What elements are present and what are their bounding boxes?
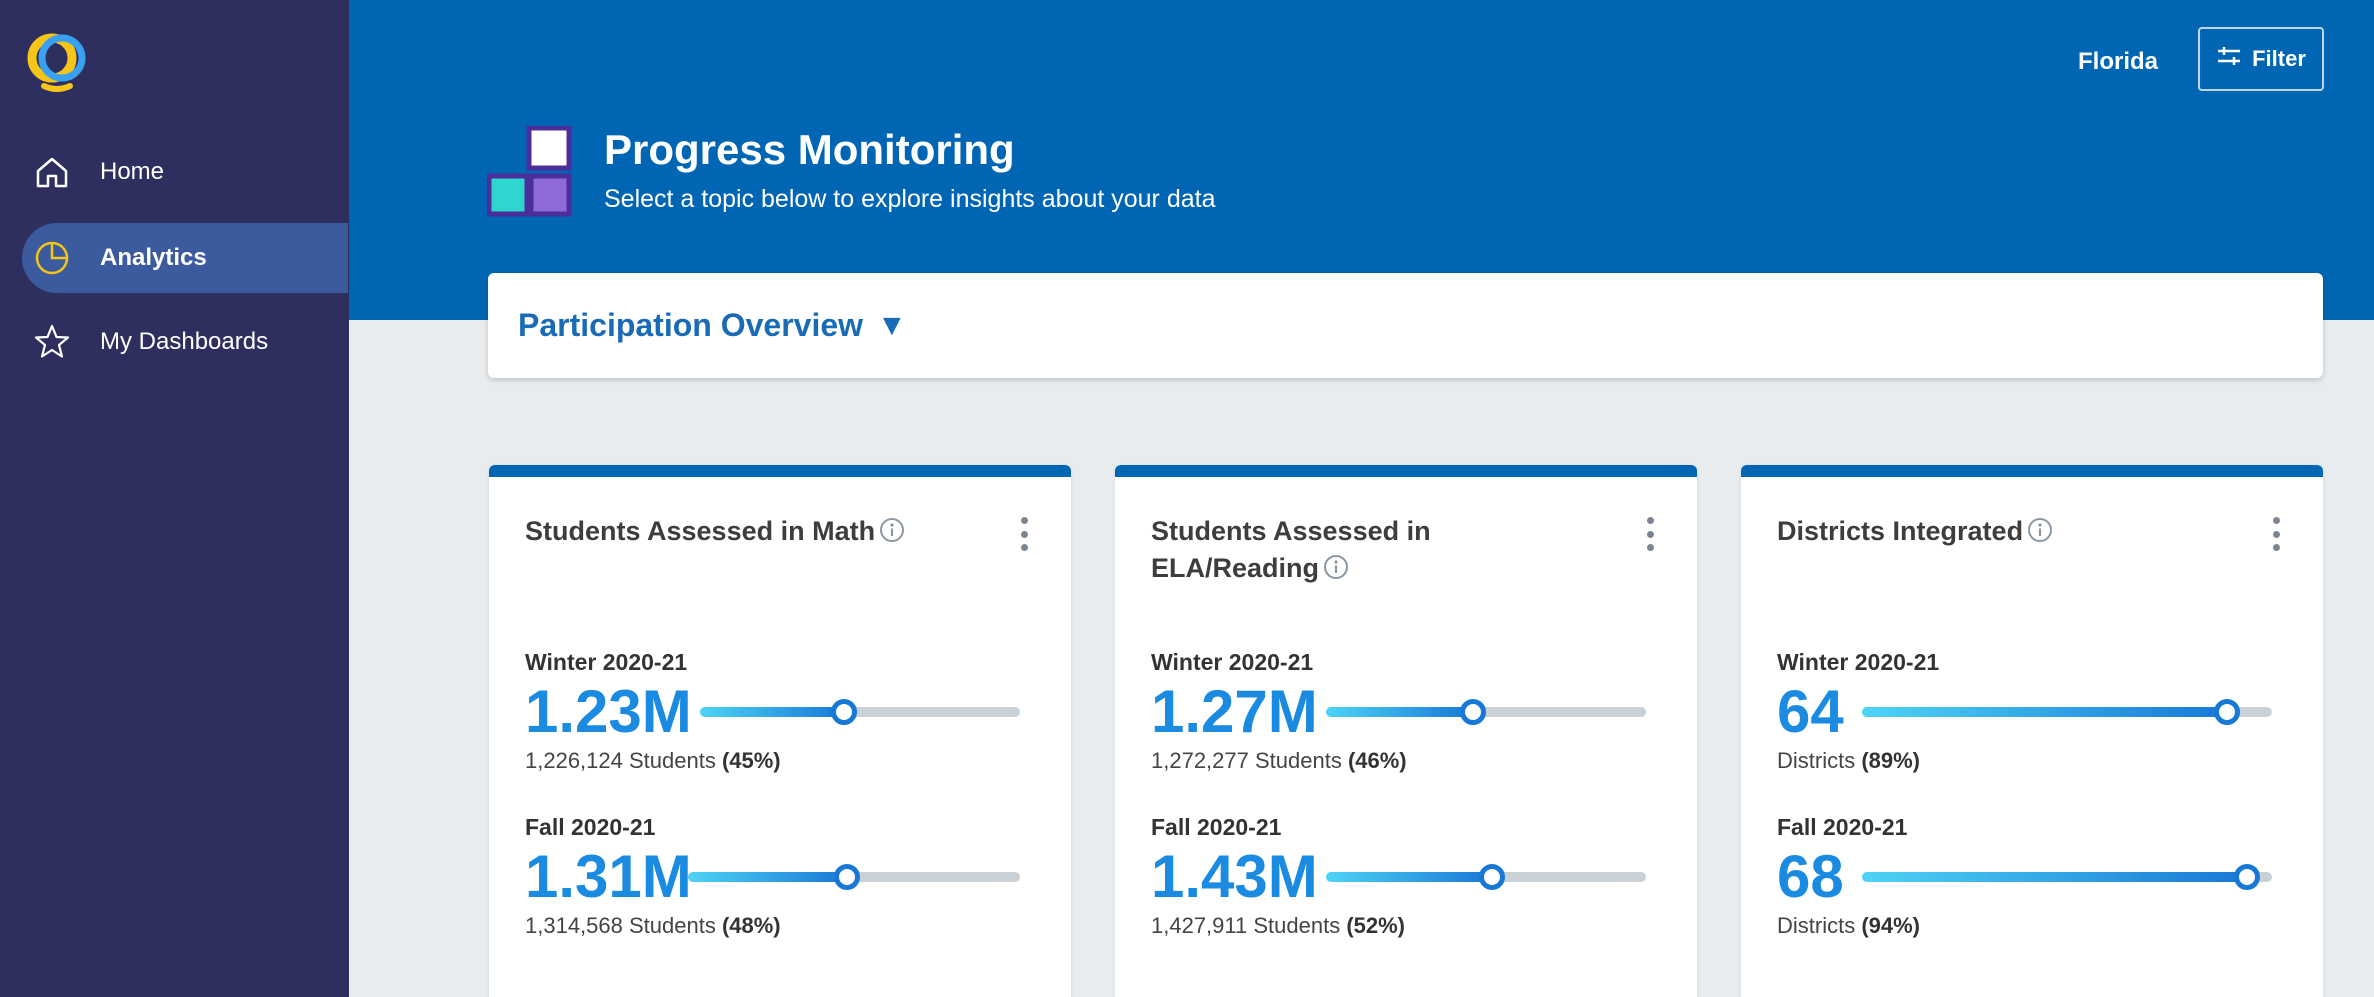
period-winter: Winter 2020-21 64 Districts (89%) [1777,649,2277,774]
progress-fill [1862,707,2227,717]
period-winter: Winter 2020-21 1.23M 1,226,124 Students … [525,649,1030,774]
big-value: 64 [1777,678,1844,745]
detail-count: Districts [1777,748,1862,773]
detail-text: Districts (94%) [1777,913,2277,939]
big-value: 1.27M [1151,678,1318,745]
topic-label: Participation Overview [518,307,864,343]
detail-text: 1,226,124 Students (45%) [525,748,1030,774]
progress-bar [700,699,1020,725]
detail-percent: (45%) [721,748,781,773]
value-row: 68 [1777,845,2277,909]
progress-knob [834,864,860,890]
region-label[interactable]: Florida [2078,48,2158,76]
pie-chart-icon [32,238,72,278]
sidebar-item-analytics[interactable]: Analytics [22,223,348,293]
period-label: Winter 2020-21 [1151,649,1314,675]
filter-button[interactable]: Filter [2198,27,2324,91]
detail-count: 1,427,911 Students [1151,913,1347,938]
value-row: 64 [1777,680,2277,744]
period-label: Fall 2020-21 [1151,814,1282,840]
progress-knob [2214,699,2240,725]
progress-bar [1862,864,2272,890]
detail-count: Districts [1777,913,1862,938]
page-title: Progress Monitoring [604,126,1015,173]
page-subtitle: Select a topic below to explore insights… [604,185,1216,213]
value-row: 1.23M [525,680,1030,744]
sidebar: Home Analytics My Dashboards [0,0,349,997]
progress-bar [1326,864,1646,890]
big-value: 1.23M [525,678,692,745]
progress-bar [688,864,1020,890]
info-icon[interactable] [1323,554,1349,580]
detail-count: 1,272,277 Students [1151,748,1348,773]
card-title: Districts Integrated [1777,513,2207,550]
detail-percent: (89%) [1861,748,1921,773]
metric-card-districts: Districts Integrated Winter 2020-21 64 D… [1741,465,2323,997]
filter-label: Filter [2252,46,2306,71]
value-row: 1.31M [525,845,1030,909]
period-winter: Winter 2020-21 1.27M 1,272,277 Students … [1151,649,1656,774]
detail-percent: (52%) [1346,913,1405,938]
detail-count: 1,314,568 Students [525,913,722,938]
card-title: Students Assessed in ELA/Reading [1151,513,1581,587]
progress-fill [688,872,847,882]
more-options-icon[interactable] [2271,517,2281,551]
star-icon [32,322,72,362]
period-fall: Fall 2020-21 1.31M 1,314,568 Students (4… [525,814,1030,939]
progress-knob [1460,699,1486,725]
home-icon [32,152,72,192]
sidebar-item-label: Home [100,158,165,185]
sidebar-item-label: Analytics [100,244,207,271]
period-fall: Fall 2020-21 68 Districts (94%) [1777,814,2277,939]
big-value: 68 [1777,843,1844,910]
card-title-text: Districts Integrated [1777,516,2024,546]
progress-knob [831,699,857,725]
progress-fill [700,707,844,717]
card-title-text: Students Assessed in ELA/Reading [1151,516,1431,583]
card-title-text: Students Assessed in Math [525,516,876,546]
page-header: Florida Filter Progress Monitoring Selec… [349,0,2374,320]
sidebar-item-my-dashboards[interactable]: My Dashboards [22,307,348,377]
detail-percent: (48%) [721,913,781,938]
progress-bar [1862,699,2272,725]
app-logo-icon[interactable] [22,30,92,100]
period-label: Fall 2020-21 [1777,814,1908,840]
progress-knob [2234,864,2260,890]
detail-text: 1,314,568 Students (48%) [525,913,1030,939]
progress-bar [1326,699,1646,725]
period-fall: Fall 2020-21 1.43M 1,427,911 Students (5… [1151,814,1656,939]
period-label: Fall 2020-21 [525,814,656,840]
big-value: 1.31M [525,843,692,910]
progress-fill [1862,872,2247,882]
sidebar-item-home[interactable]: Home [22,137,348,207]
more-options-icon[interactable] [1019,517,1029,551]
progress-fill [1326,707,1473,717]
detail-text: Districts (89%) [1777,748,2277,774]
caret-down-icon: ▼ [877,308,907,342]
info-icon[interactable] [879,517,905,543]
progress-knob [1479,864,1505,890]
period-label: Winter 2020-21 [1777,649,1940,675]
progress-fill [1326,872,1492,882]
card-title: Students Assessed in Math [525,513,955,550]
info-icon[interactable] [2027,517,2053,543]
sliders-icon [2216,45,2242,73]
topic-selector[interactable]: Participation Overview ▼ [488,273,2323,378]
period-label: Winter 2020-21 [525,649,688,675]
detail-text: 1,427,911 Students (52%) [1151,913,1656,939]
more-options-icon[interactable] [1645,517,1655,551]
value-row: 1.43M [1151,845,1656,909]
detail-text: 1,272,277 Students (46%) [1151,748,1656,774]
metric-card-math: Students Assessed in Math Winter 2020-21… [489,465,1071,997]
sidebar-item-label: My Dashboards [100,328,269,355]
big-value: 1.43M [1151,843,1318,910]
detail-count: 1,226,124 Students [525,748,722,773]
detail-percent: (94%) [1861,913,1921,938]
progress-monitoring-icon [486,125,577,220]
value-row: 1.27M [1151,680,1656,744]
detail-percent: (46%) [1347,748,1407,773]
metric-card-ela-reading: Students Assessed in ELA/Reading Winter … [1115,465,1697,997]
